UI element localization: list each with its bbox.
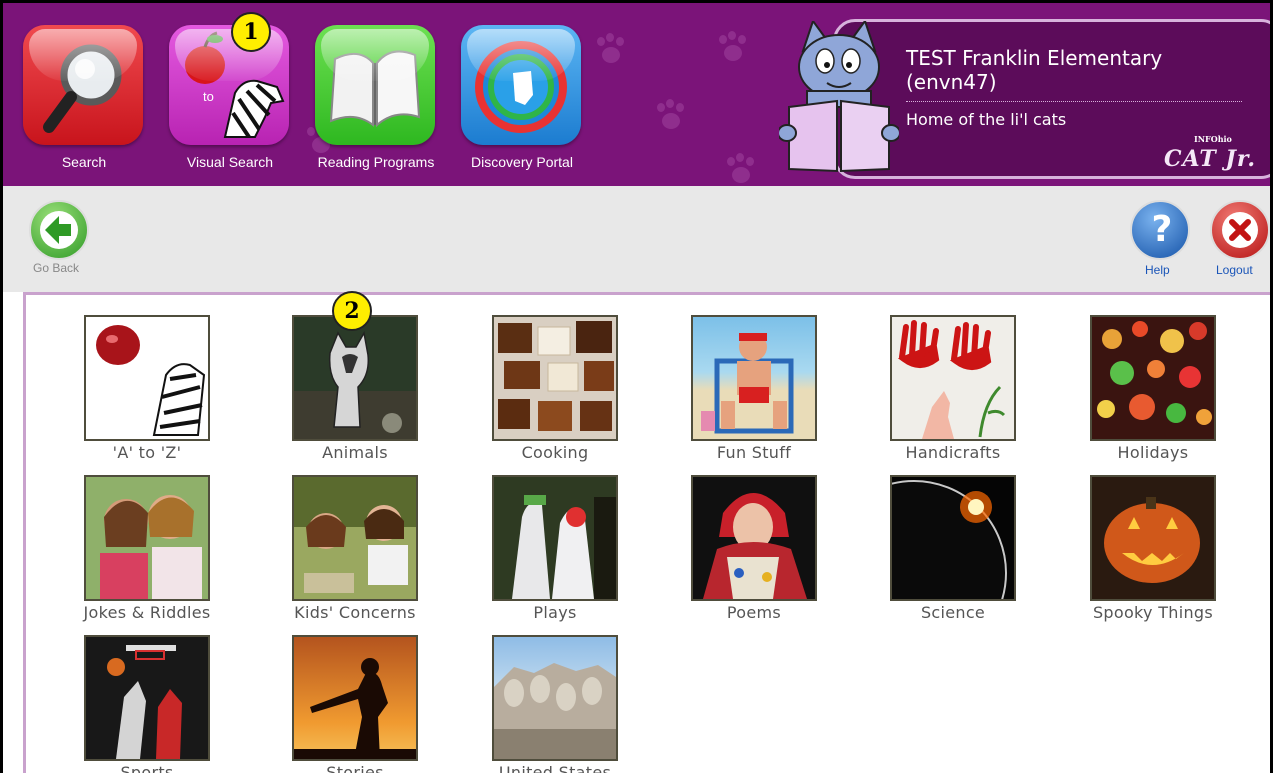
cat-jr-logo: CAT Jr. <box>1164 146 1257 172</box>
brownies-icon <box>498 321 614 431</box>
sword-silhouette-icon <box>294 658 416 759</box>
category-thumbnail[interactable] <box>292 315 418 441</box>
beach-kid-icon <box>701 333 794 434</box>
laughing-girls-icon <box>100 495 202 599</box>
category-fun-stuff[interactable]: Fun Stuff <box>633 295 817 462</box>
category-animals[interactable]: Animals <box>234 295 418 462</box>
category-thumbnail[interactable] <box>492 635 618 761</box>
help-icon: ? <box>1151 209 1173 250</box>
category-stories[interactable]: Stories <box>234 615 418 773</box>
logout-button[interactable] <box>1210 200 1270 260</box>
visual-search-nav-button[interactable]: to Visual Search <box>169 25 291 185</box>
category-holidays[interactable]: Holidays <box>1032 295 1216 462</box>
holiday-lights-icon <box>1097 321 1212 425</box>
category-united-states[interactable]: United States <box>434 615 618 773</box>
category-spooky-things[interactable]: Spooky Things <box>1032 455 1216 622</box>
category-jokes-riddles[interactable]: Jokes & Riddles <box>26 455 210 622</box>
school-name: TEST Franklin Elementary (envn47) <box>906 46 1162 94</box>
school-name-text: TEST Franklin Elementary <box>906 46 1163 70</box>
category-thumbnail[interactable] <box>1090 475 1216 601</box>
category-plays[interactable]: Plays <box>434 455 618 622</box>
magnifier-icon <box>43 44 122 133</box>
ohio-globe-icon <box>475 41 567 133</box>
category-science[interactable]: Science <box>832 455 1016 622</box>
category-poems[interactable]: Poems <box>633 455 817 622</box>
back-arrow-icon <box>40 211 78 249</box>
toolbar: Go Back ? Help Logout <box>3 186 1270 292</box>
apple-zebra-icon <box>96 325 206 436</box>
search-nav-label: Search <box>61 154 107 170</box>
go-back-button[interactable] <box>29 200 89 260</box>
paw-print-icon <box>653 99 689 135</box>
category-kids-concerns[interactable]: Kids' Concerns <box>234 455 418 622</box>
app-window: Search to Visual Search Reading Programs… <box>0 0 1273 773</box>
category-thumbnail[interactable] <box>492 315 618 441</box>
help-label[interactable]: Help <box>1145 263 1170 277</box>
infohio-logo-text: INFOhio <box>1194 134 1232 144</box>
kids-talking-icon <box>294 477 416 593</box>
category-thumbnail[interactable] <box>1090 315 1216 441</box>
category-thumbnail[interactable] <box>691 475 817 601</box>
category-sports[interactable]: Sports <box>26 615 210 773</box>
discovery-portal-nav-label: Discovery Portal <box>471 154 573 170</box>
search-nav-button[interactable]: Search <box>23 25 145 185</box>
jack-o-lantern-icon <box>1104 497 1200 583</box>
apple-zebra-icon <box>185 31 285 139</box>
category-thumbnail[interactable] <box>492 475 618 601</box>
reading-programs-nav-label: Reading Programs <box>317 154 435 170</box>
panel-divider <box>906 101 1242 102</box>
basketball-icon <box>107 645 182 759</box>
category-label[interactable]: Science <box>852 603 1054 622</box>
mount-rushmore-icon <box>494 663 616 759</box>
visual-search-tile[interactable]: to <box>169 25 289 145</box>
category-grid: 2 'A' to 'Z' Animals Cooking Fun Stuff H… <box>23 291 1270 773</box>
discovery-portal-nav-button[interactable]: Discovery Portal <box>461 25 583 185</box>
category-label[interactable]: Spooky Things <box>1052 603 1254 622</box>
category-handicrafts[interactable]: Handicrafts <box>832 295 1016 462</box>
logout-icon <box>1222 212 1258 248</box>
search-tile[interactable] <box>23 25 143 145</box>
reading-programs-nav-button[interactable]: Reading Programs <box>315 25 437 185</box>
school-tagline: Home of the li'l cats <box>906 110 1067 129</box>
handprint-icon <box>897 320 1006 439</box>
category-thumbnail[interactable] <box>292 475 418 601</box>
header-banner: Search to Visual Search Reading Programs… <box>3 3 1270 186</box>
callout-badge-2: 2 <box>332 291 372 331</box>
girl-scarf-icon <box>703 493 807 599</box>
paw-print-icon <box>723 153 759 186</box>
category-thumbnail[interactable] <box>890 475 1016 601</box>
tile-to-text: to <box>203 89 214 104</box>
open-book-icon <box>329 50 421 128</box>
callout-badge-1: 1 <box>231 12 271 52</box>
category-thumbnail[interactable] <box>84 635 210 761</box>
category-cooking[interactable]: Cooking <box>434 295 618 462</box>
paw-print-icon <box>715 31 751 67</box>
category-thumbnail[interactable] <box>84 475 210 601</box>
go-back-label[interactable]: Go Back <box>33 261 79 275</box>
category-label[interactable]: Stories <box>254 763 456 773</box>
visual-search-nav-label: Visual Search <box>186 154 274 170</box>
category-thumbnail[interactable] <box>292 635 418 761</box>
discovery-portal-tile[interactable] <box>461 25 581 145</box>
costumed-actors-icon <box>512 495 616 599</box>
category-thumbnail[interactable] <box>84 315 210 441</box>
category-label[interactable]: Sports <box>46 763 248 773</box>
husky-dog-icon <box>294 330 416 439</box>
help-button[interactable]: ? <box>1130 200 1190 260</box>
paw-print-icon <box>593 33 629 69</box>
reading-programs-tile[interactable] <box>315 25 435 145</box>
category-label[interactable]: Poems <box>653 603 855 622</box>
eclipse-icon <box>892 480 1007 599</box>
logout-label[interactable]: Logout <box>1216 263 1253 277</box>
category-thumbnail[interactable] <box>890 315 1016 441</box>
school-code: (envn47) <box>906 70 997 94</box>
category-thumbnail[interactable] <box>691 315 817 441</box>
cat-mascot-icon <box>779 21 899 173</box>
category-a-to-z[interactable]: 'A' to 'Z' <box>26 295 210 462</box>
category-label[interactable]: United States <box>454 763 656 773</box>
